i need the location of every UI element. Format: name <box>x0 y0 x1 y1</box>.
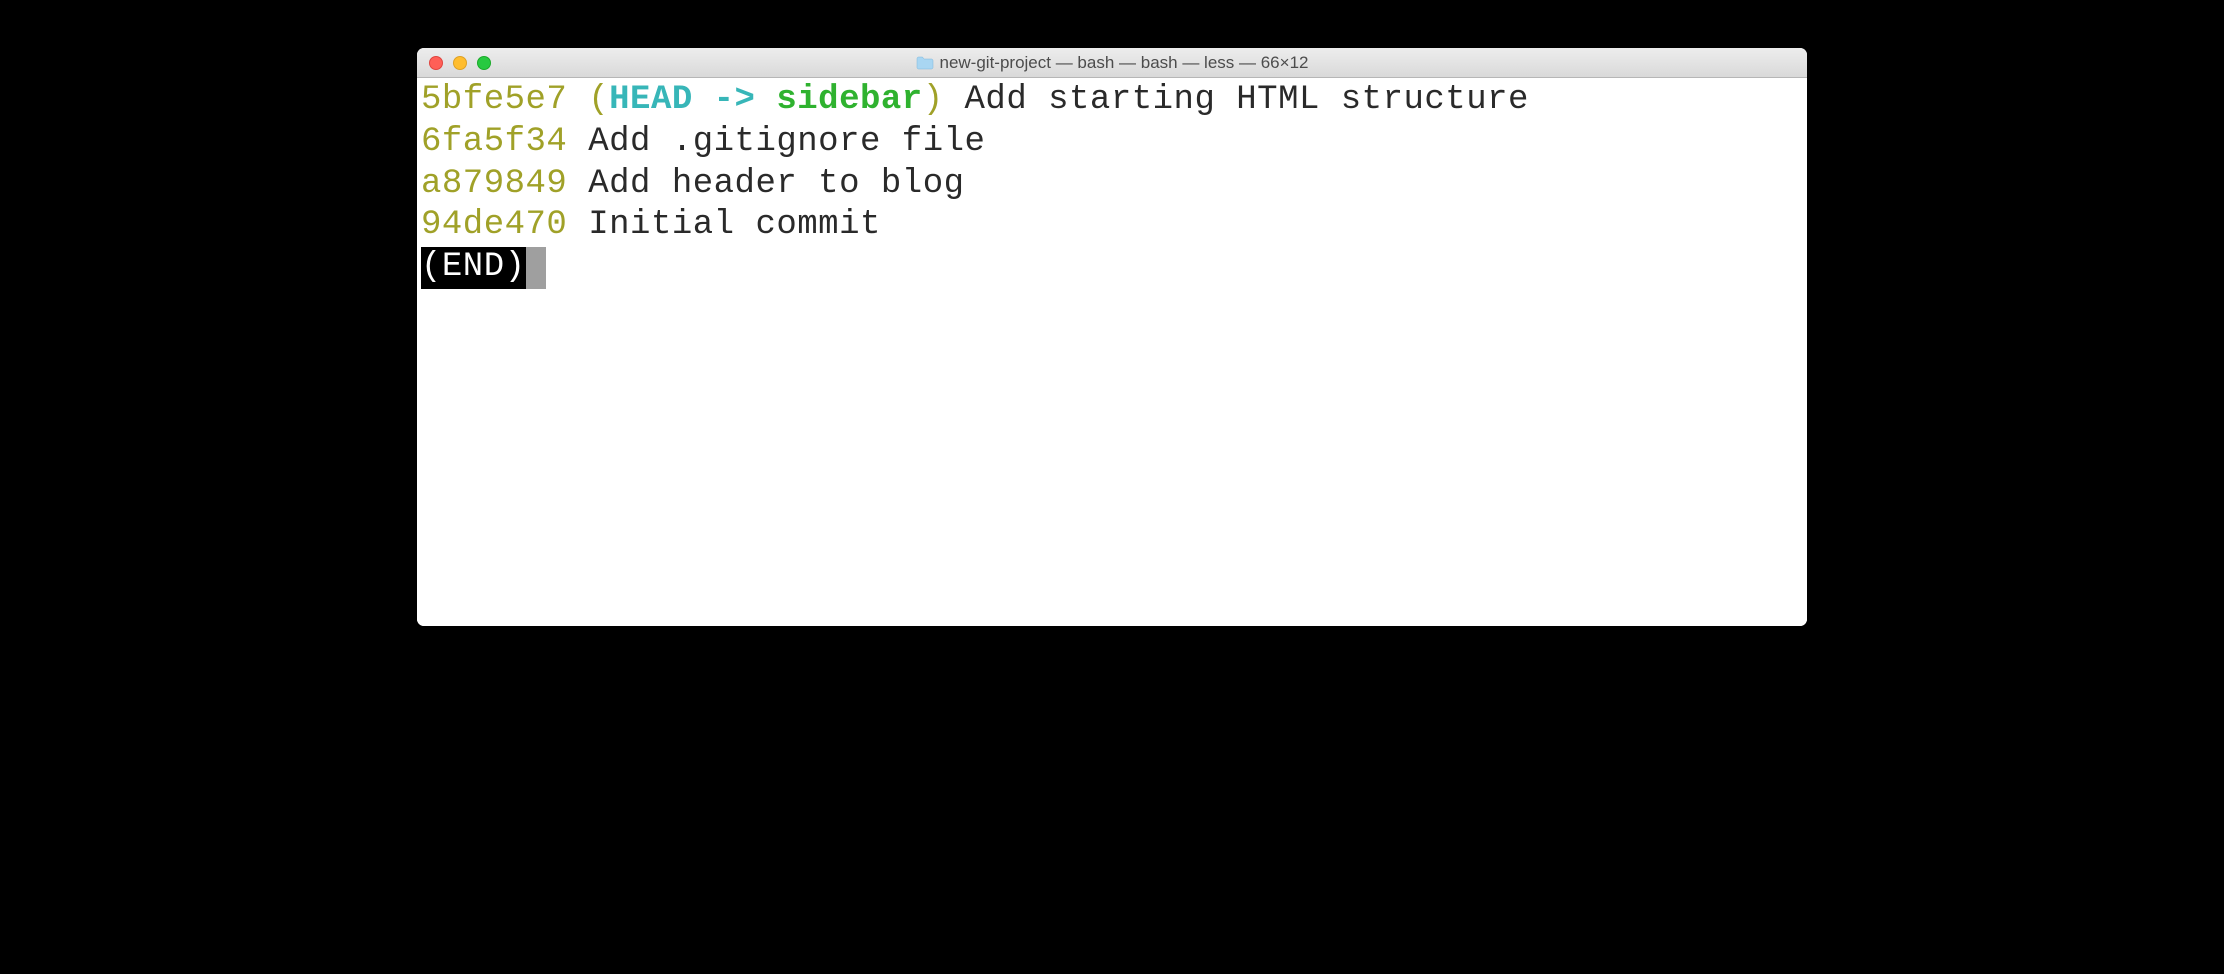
commit-message: Initial commit <box>588 206 881 244</box>
commit-line: 94de470 Initial commit <box>421 205 1803 247</box>
commit-line: 5bfe5e7 (HEAD -> sidebar) Add starting H… <box>421 80 1803 122</box>
commit-line: 6fa5f34 Add .gitignore file <box>421 122 1803 164</box>
folder-icon <box>916 56 934 70</box>
commit-message: Add header to blog <box>588 165 964 203</box>
end-marker: (END) <box>421 247 526 289</box>
ref-paren-open: ( <box>588 81 609 119</box>
commit-message: Add .gitignore file <box>588 123 985 161</box>
maximize-button[interactable] <box>477 56 491 70</box>
commit-hash: 6fa5f34 <box>421 123 567 161</box>
ref-paren-close: ) <box>923 81 944 119</box>
commit-hash: a879849 <box>421 165 567 203</box>
window-title: new-git-project — bash — bash — less — 6… <box>940 53 1309 73</box>
terminal-window: new-git-project — bash — bash — less — 6… <box>417 48 1807 626</box>
commit-message: Add starting HTML structure <box>965 81 1529 119</box>
branch-name: sidebar <box>776 81 922 119</box>
minimize-button[interactable] <box>453 56 467 70</box>
commit-hash: 94de470 <box>421 206 567 244</box>
pager-end-line: (END) <box>421 247 1803 289</box>
terminal-body[interactable]: 5bfe5e7 (HEAD -> sidebar) Add starting H… <box>417 78 1807 626</box>
title-container: new-git-project — bash — bash — less — 6… <box>427 53 1797 73</box>
traffic-lights <box>429 56 491 70</box>
window-titlebar[interactable]: new-git-project — bash — bash — less — 6… <box>417 48 1807 78</box>
head-label: HEAD -> <box>609 81 755 119</box>
commit-line: a879849 Add header to blog <box>421 164 1803 206</box>
commit-hash: 5bfe5e7 <box>421 81 567 119</box>
cursor-block <box>526 247 546 289</box>
close-button[interactable] <box>429 56 443 70</box>
